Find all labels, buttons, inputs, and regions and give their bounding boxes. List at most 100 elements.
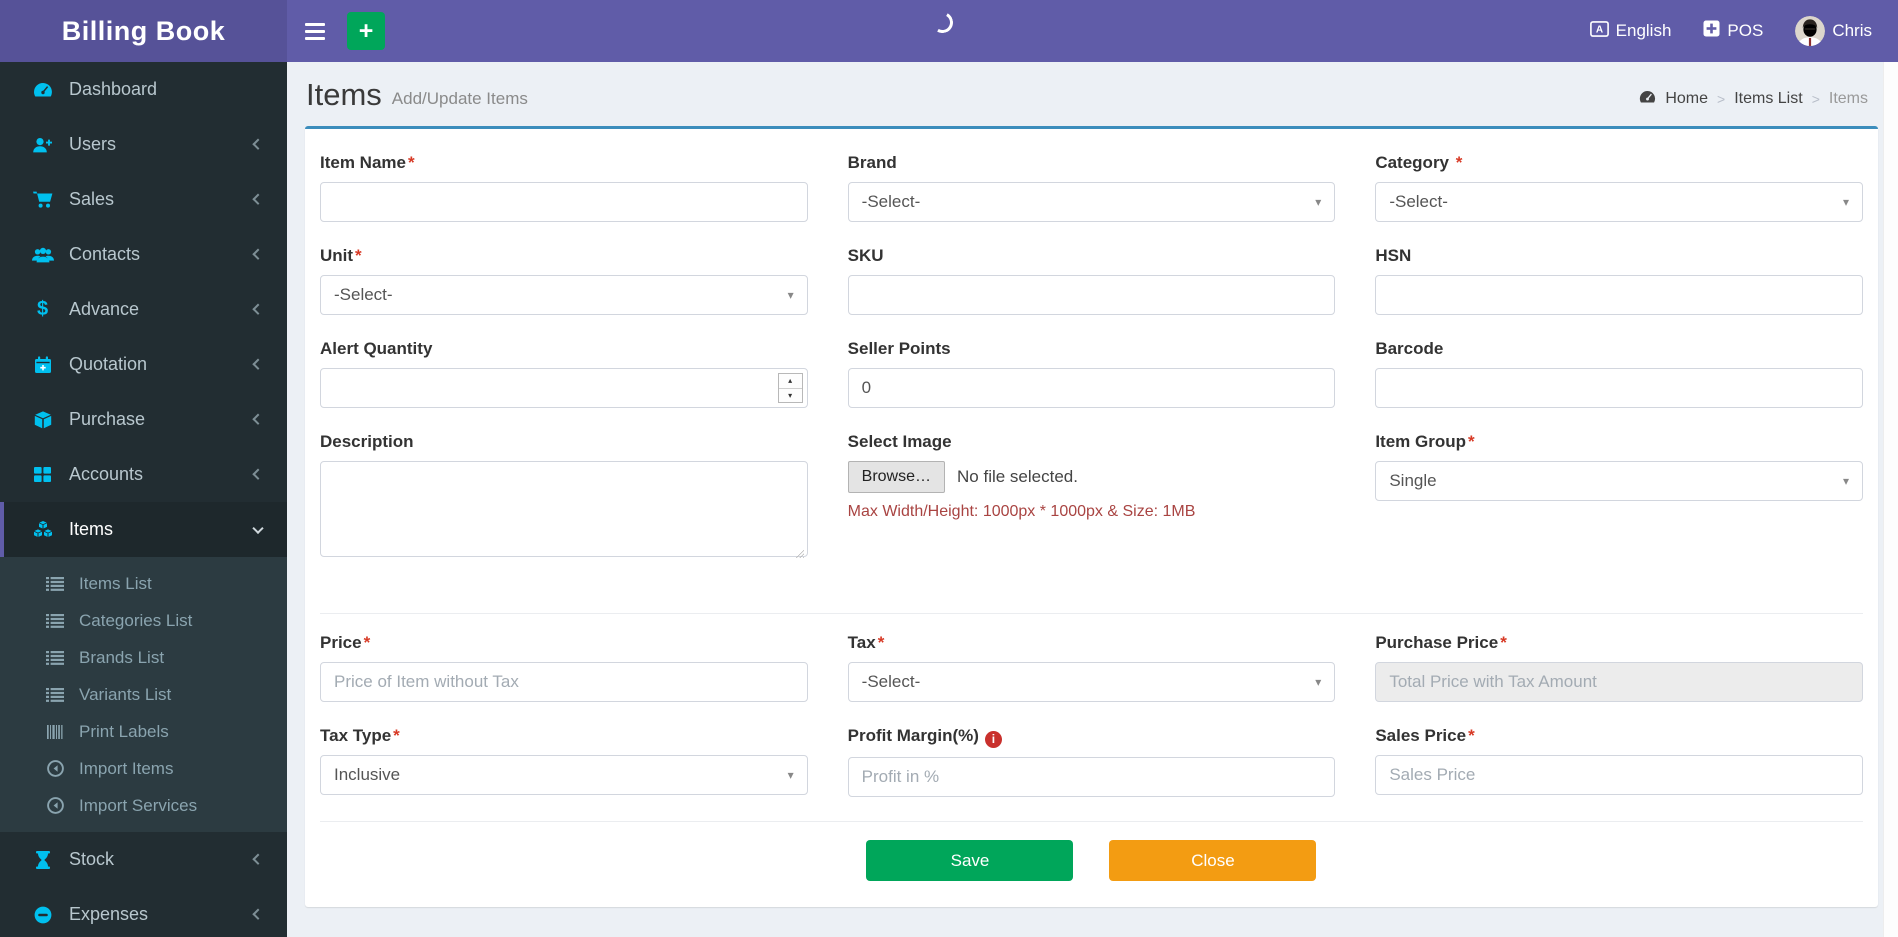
required-marker: * [1468, 726, 1475, 745]
sidebar-item-label: Contacts [69, 244, 141, 264]
select-image-field: Select Image Browse… No file selected. M… [847, 432, 1336, 562]
stepper-down-icon[interactable]: ▾ [779, 389, 802, 403]
sidebar-item-users[interactable]: Users [0, 117, 287, 172]
browse-button[interactable]: Browse… [847, 461, 946, 493]
sidebar-subitem-print-labels[interactable]: Print Labels [0, 713, 287, 750]
category-label: Category * [1375, 153, 1463, 172]
sidebar-item-quotation[interactable]: Quotation [0, 337, 287, 392]
sidebar-subitem-brands-list[interactable]: Brands List [0, 639, 287, 676]
sidebar-item-purchase[interactable]: Purchase [0, 392, 287, 447]
content-header: Items Add/Update Items Home > Items List… [287, 62, 1898, 113]
sku-input[interactable] [847, 275, 1336, 315]
breadcrumb-home-link[interactable]: Home [1665, 90, 1708, 108]
chevron-left-icon [252, 468, 264, 480]
sidebar-item-stock[interactable]: Stock [0, 832, 287, 887]
required-marker: * [355, 246, 362, 265]
pos-label: POS [1727, 21, 1764, 40]
chevron-down-icon: ▾ [1842, 195, 1849, 209]
breadcrumb-separator: > [1717, 91, 1726, 107]
quantity-stepper[interactable]: ▴ ▾ [777, 373, 803, 403]
sidebar-item-expenses[interactable]: Expenses [0, 887, 287, 937]
sidebar-item-sales[interactable]: Sales [0, 172, 287, 227]
category-select[interactable]: -Select- ▾ [1375, 182, 1863, 222]
arrow-circle-icon [43, 760, 67, 777]
sidebar-item-contacts[interactable]: Contacts [0, 227, 287, 282]
arrow-circle-icon [43, 797, 67, 814]
item-group-select[interactable]: Single ▾ [1375, 461, 1863, 501]
purchase-price-label: Purchase Price * [1375, 633, 1507, 652]
save-button[interactable]: Save [866, 840, 1074, 881]
price-input[interactable] [320, 662, 808, 702]
image-size-note: Max Width/Height: 1000px * 1000px & Size… [847, 503, 1196, 520]
cube-icon [29, 410, 56, 429]
required-marker: * [1468, 432, 1475, 451]
chevron-down-icon: ▾ [787, 768, 794, 782]
purchase-price-input [1375, 662, 1863, 702]
close-button[interactable]: Close [1109, 840, 1317, 881]
sidebar-subitem-import-items[interactable]: Import Items [0, 750, 287, 787]
sidebar-item-advance[interactable]: $ Advance [0, 282, 287, 337]
sidebar: Dashboard Users Sales Contacts $ Advance… [0, 62, 287, 937]
profit-margin-input[interactable] [847, 757, 1336, 797]
sales-price-input[interactable] [1375, 755, 1863, 795]
item-name-input[interactable] [320, 182, 808, 222]
brand-field: Brand -Select- ▾ [847, 153, 1336, 222]
sidebar-subitem-items-list[interactable]: Items List [0, 565, 287, 602]
sidebar-item-dashboard[interactable]: Dashboard [0, 62, 287, 117]
breadcrumb-items-list-link[interactable]: Items List [1734, 90, 1802, 108]
barcode-input[interactable] [1375, 368, 1863, 408]
user-menu[interactable]: Chris [1795, 16, 1872, 46]
sidebar-item-items[interactable]: Items [0, 502, 287, 557]
seller-points-label: Seller Points [847, 339, 951, 358]
tax-select[interactable]: -Select- ▾ [847, 662, 1336, 702]
required-marker: * [393, 726, 400, 745]
sidebar-subitem-label: Import Items [79, 758, 174, 778]
sidebar-subitem-label: Import Services [79, 795, 198, 815]
sidebar-item-label: Quotation [69, 354, 148, 374]
quick-add-button[interactable]: + [347, 12, 385, 50]
sidebar-item-label: Sales [69, 189, 115, 209]
app-logo[interactable]: Billing Book [0, 0, 287, 62]
chevron-left-icon [252, 413, 264, 425]
pos-menu[interactable]: POS [1703, 20, 1763, 42]
chevron-left-icon [252, 138, 264, 150]
sidebar-item-label: Items [69, 519, 114, 539]
stepper-up-icon[interactable]: ▴ [778, 374, 802, 389]
sidebar-item-label: Purchase [69, 409, 146, 429]
language-label: English [1615, 21, 1672, 40]
sales-price-field: Sales Price * [1375, 726, 1863, 797]
unit-select[interactable]: -Select- ▾ [320, 275, 808, 315]
unit-label: Unit * [320, 246, 362, 265]
minus-circle-icon [29, 906, 56, 924]
breadcrumb: Home > Items List > Items [1639, 77, 1868, 109]
sidebar-subitem-import-services[interactable]: Import Services [0, 787, 287, 824]
calendar-plus-icon [29, 355, 56, 374]
description-field: Description [320, 432, 808, 562]
breadcrumb-current: Items [1828, 90, 1868, 107]
sidebar-item-accounts[interactable]: Accounts [0, 447, 287, 502]
hsn-input[interactable] [1375, 275, 1863, 315]
seller-points-input[interactable] [847, 368, 1336, 408]
tax-type-select[interactable]: Inclusive ▾ [320, 755, 808, 795]
brand-select[interactable]: -Select- ▾ [847, 182, 1336, 222]
no-file-text: No file selected. [957, 467, 1078, 486]
info-icon: i [984, 731, 1002, 748]
item-form-card: Item Name * Brand -Select- ▾ Category * -S… [305, 126, 1878, 907]
sidebar-subitem-label: Print Labels [79, 721, 169, 741]
hsn-field: HSN [1375, 246, 1863, 315]
language-menu[interactable]: A English [1589, 20, 1672, 42]
home-dashboard-icon [1639, 89, 1656, 109]
tax-field: Tax * -Select- ▾ [847, 633, 1336, 702]
scrollbar[interactable] [1883, 62, 1898, 937]
user-avatar [1795, 16, 1826, 46]
dashboard-icon [29, 81, 56, 98]
navbar-menu: A English POS Chris [1589, 16, 1898, 46]
sidebar-toggle-button[interactable] [287, 0, 343, 62]
alert-quantity-input[interactable] [320, 368, 808, 408]
sidebar-item-label: Users [69, 134, 117, 154]
description-textarea[interactable] [320, 461, 808, 557]
sidebar-subitem-variants-list[interactable]: Variants List [0, 676, 287, 713]
section-divider [320, 821, 1863, 822]
sidebar-item-label: Dashboard [69, 79, 158, 99]
sidebar-subitem-categories-list[interactable]: Categories List [0, 602, 287, 639]
